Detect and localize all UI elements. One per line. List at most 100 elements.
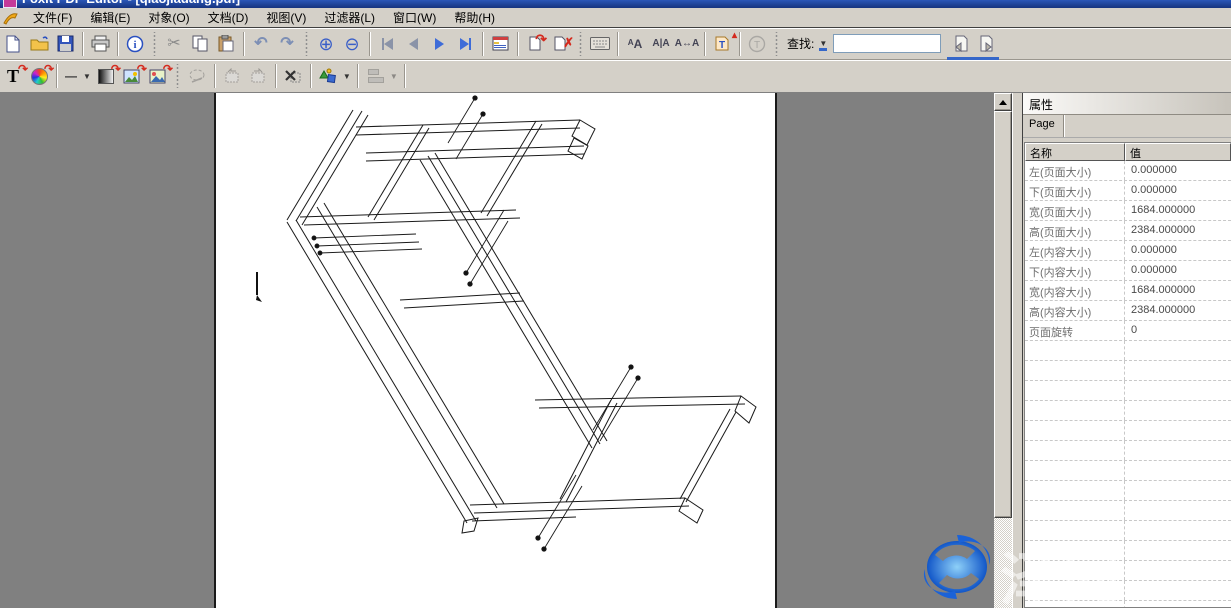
property-row[interactable]: 下(内容大小)0.000000	[1025, 261, 1231, 281]
edit-color-button[interactable]: ↷	[26, 63, 52, 89]
scroll-up-button[interactable]	[994, 93, 1012, 111]
property-value[interactable]	[1125, 361, 1231, 380]
property-row[interactable]	[1025, 501, 1231, 521]
align-objects-dropdown[interactable]: ▼	[390, 72, 398, 81]
print-button[interactable]	[87, 31, 113, 57]
property-row[interactable]	[1025, 481, 1231, 501]
property-value[interactable]: 1684.000000	[1125, 201, 1231, 220]
menu-item[interactable]: 窗口(W)	[384, 9, 445, 27]
scrollbar-thumb[interactable]	[994, 111, 1012, 518]
property-value[interactable]	[1125, 581, 1231, 600]
find-next-button[interactable]	[973, 31, 999, 57]
property-row[interactable]	[1025, 561, 1231, 581]
align-objects-button[interactable]	[362, 63, 388, 89]
find-options-dropdown[interactable]: ▼	[819, 39, 827, 48]
page-form-button[interactable]	[487, 31, 513, 57]
menu-item[interactable]: 文档(D)	[199, 9, 258, 27]
property-value[interactable]	[1125, 501, 1231, 520]
property-row[interactable]	[1025, 541, 1231, 561]
title-bar[interactable]: Foxit PDF Editor - [qiaojiadang.pdf]	[0, 0, 1231, 8]
property-value[interactable]: 0.000000	[1125, 241, 1231, 260]
font-spacing-button[interactable]: A↔A	[674, 31, 700, 57]
property-row[interactable]: 高(页面大小)2384.000000	[1025, 221, 1231, 241]
document-workspace[interactable]: 属性 Page 名称 值 左(页面大小)0.000000下(页面大小)0.000…	[0, 92, 1231, 608]
property-value[interactable]: 0.000000	[1125, 161, 1231, 180]
property-row[interactable]: 下(页面大小)0.000000	[1025, 181, 1231, 201]
text-circle-button[interactable]: T	[744, 31, 770, 57]
property-value[interactable]	[1125, 561, 1231, 580]
keyboard-button[interactable]	[587, 31, 613, 57]
paste-button[interactable]	[213, 31, 239, 57]
property-row[interactable]	[1025, 401, 1231, 421]
property-value[interactable]	[1125, 421, 1231, 440]
menu-item[interactable]: 帮助(H)	[445, 9, 504, 27]
save-file-button[interactable]	[52, 31, 78, 57]
property-value[interactable]: 0	[1125, 321, 1231, 340]
property-value[interactable]	[1125, 401, 1231, 420]
line-style-button[interactable]: —	[61, 63, 81, 89]
property-row[interactable]	[1025, 581, 1231, 601]
open-file-button[interactable]	[26, 31, 52, 57]
delete-object-button[interactable]	[280, 63, 306, 89]
property-value[interactable]	[1125, 521, 1231, 540]
property-value[interactable]	[1125, 341, 1231, 360]
previous-page-button[interactable]	[400, 31, 426, 57]
property-value[interactable]	[1125, 441, 1231, 460]
document-info-button[interactable]: i	[122, 31, 148, 57]
cut-button[interactable]: ✂	[161, 31, 187, 57]
menu-item[interactable]: 视图(V)	[257, 9, 315, 27]
undo-button[interactable]: ↶	[248, 31, 274, 57]
line-style-dropdown[interactable]: ▼	[83, 72, 91, 81]
last-page-button[interactable]	[452, 31, 478, 57]
property-row[interactable]	[1025, 601, 1231, 608]
menu-item[interactable]: 编辑(E)	[81, 9, 139, 27]
property-row[interactable]: 宽(内容大小)1684.000000	[1025, 281, 1231, 301]
copy-button[interactable]	[187, 31, 213, 57]
property-row[interactable]: 宽(页面大小)1684.000000	[1025, 201, 1231, 221]
insert-page-button[interactable]: ↷	[522, 31, 548, 57]
new-document-button[interactable]	[0, 31, 26, 57]
property-row[interactable]: 页面旋转0	[1025, 321, 1231, 341]
rotate-left-button[interactable]	[219, 63, 245, 89]
pdf-page[interactable]	[214, 93, 777, 608]
menu-item[interactable]: 对象(O)	[139, 9, 198, 27]
tab-page[interactable]: Page	[1023, 115, 1064, 137]
property-value[interactable]	[1125, 461, 1231, 480]
column-header-name[interactable]: 名称	[1025, 143, 1125, 161]
property-row[interactable]	[1025, 521, 1231, 541]
property-row[interactable]	[1025, 381, 1231, 401]
rotate-right-button[interactable]	[245, 63, 271, 89]
property-value[interactable]: 0.000000	[1125, 261, 1231, 280]
menu-item[interactable]: 文件(F)	[24, 9, 81, 27]
property-value[interactable]	[1125, 481, 1231, 500]
first-page-button[interactable]	[374, 31, 400, 57]
vertical-scrollbar[interactable]	[994, 93, 1012, 608]
add-text-button[interactable]: T▴	[709, 31, 735, 57]
property-row[interactable]	[1025, 441, 1231, 461]
edit-text-button[interactable]: T↷	[0, 63, 26, 89]
property-value[interactable]: 1684.000000	[1125, 281, 1231, 300]
find-previous-button[interactable]	[947, 31, 973, 57]
edit-image-button[interactable]: ↷	[119, 63, 145, 89]
column-header-value[interactable]: 值	[1125, 143, 1231, 161]
property-value[interactable]: 2384.000000	[1125, 301, 1231, 320]
property-value[interactable]	[1125, 381, 1231, 400]
property-value[interactable]: 0.000000	[1125, 181, 1231, 200]
property-value[interactable]: 2384.000000	[1125, 221, 1231, 240]
property-value[interactable]	[1125, 541, 1231, 560]
property-row[interactable]	[1025, 341, 1231, 361]
find-input[interactable]	[833, 34, 941, 53]
font-size-button[interactable]: ᴬA	[622, 31, 648, 57]
property-row[interactable]	[1025, 461, 1231, 481]
next-page-button[interactable]	[426, 31, 452, 57]
edit-gradient-button[interactable]: ↷	[93, 63, 119, 89]
replace-image-button[interactable]: ↷	[145, 63, 171, 89]
property-row[interactable]	[1025, 421, 1231, 441]
menu-item[interactable]: 过滤器(L)	[315, 9, 384, 27]
delete-page-button[interactable]: ✗	[548, 31, 574, 57]
property-row[interactable]: 左(内容大小)0.000000	[1025, 241, 1231, 261]
property-row[interactable]: 高(内容大小)2384.000000	[1025, 301, 1231, 321]
property-value[interactable]	[1125, 601, 1231, 608]
property-row[interactable]: 左(页面大小)0.000000	[1025, 161, 1231, 181]
zoom-out-button[interactable]: ⊖	[339, 31, 365, 57]
